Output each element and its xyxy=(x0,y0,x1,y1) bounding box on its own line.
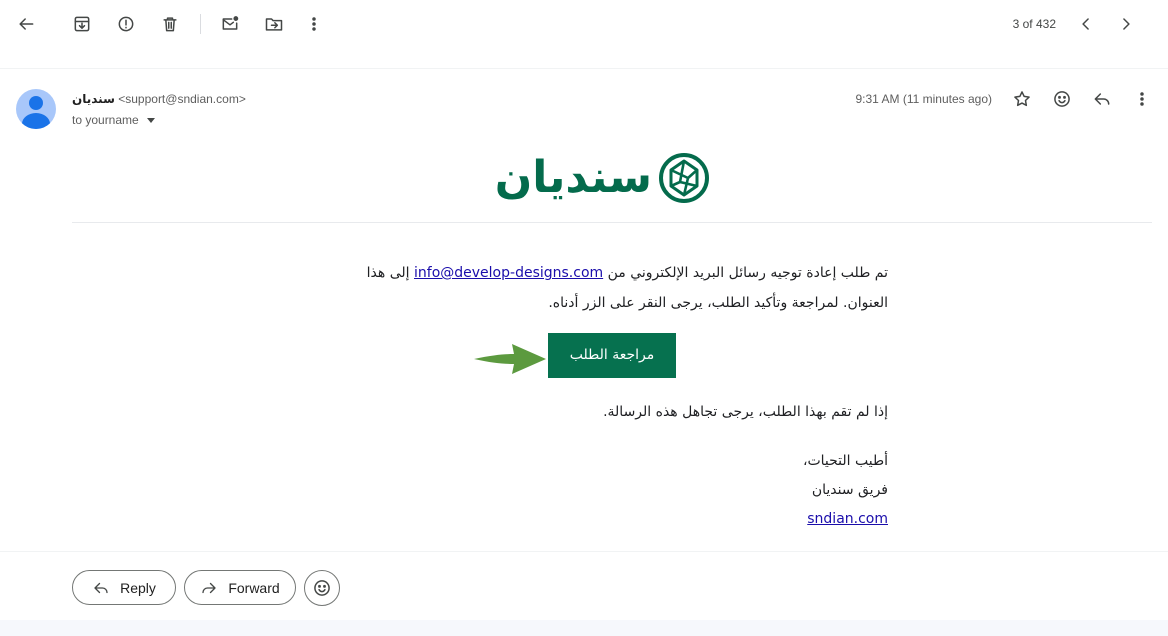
emoji-icon xyxy=(1054,91,1070,107)
move-to-button[interactable] xyxy=(258,8,290,40)
forward-icon xyxy=(202,582,216,593)
message-time: 9:31 AM (11 minutes ago) xyxy=(855,92,992,106)
archive-button[interactable] xyxy=(66,8,98,40)
forward-label: Forward xyxy=(228,579,280,596)
emoji-icon xyxy=(314,580,330,596)
recipient-label: to yourname xyxy=(72,113,139,127)
email-body: تم طلب إعادة توجيه رسائل البريد الإلكترو… xyxy=(340,258,888,527)
reply-icon xyxy=(1094,93,1110,105)
chevron-left-icon xyxy=(1082,18,1089,30)
sender-avatar[interactable] xyxy=(16,89,56,129)
reply-icon xyxy=(94,582,108,593)
chevron-right-icon xyxy=(1123,18,1130,30)
more-options-button[interactable] xyxy=(298,8,330,40)
cta-container: مراجعة الطلب xyxy=(548,333,676,378)
move-to-folder-icon xyxy=(265,18,283,31)
back-arrow-icon xyxy=(19,18,34,30)
green-arrow-icon xyxy=(474,344,546,374)
trash-icon xyxy=(163,17,177,32)
reply-button[interactable]: Reply xyxy=(72,570,176,605)
sender-line: سنديان <support@sndian.com> xyxy=(72,92,246,106)
newer-button[interactable] xyxy=(1070,8,1102,40)
star-button[interactable] xyxy=(1012,89,1032,109)
delete-button[interactable] xyxy=(154,8,186,40)
source-email-link[interactable]: info@develop-designs.com xyxy=(414,265,603,281)
sender-email: <support@sndian.com> xyxy=(118,92,246,106)
reply-quick-button[interactable] xyxy=(1092,89,1112,109)
ignore-notice: إذا لم تقم بهذا الطلب، يرجى تجاهل هذه ال… xyxy=(603,404,888,420)
pager-count: 3 of 432 xyxy=(1012,17,1056,31)
avatar-head xyxy=(29,96,43,110)
signature: أطيب التحيات، فريق سنديان sndian.com xyxy=(803,447,888,534)
more-vert-icon xyxy=(312,17,316,31)
forwarding-paragraph: تم طلب إعادة توجيه رسائل البريد الإلكترو… xyxy=(340,258,888,318)
para1-prefix: تم طلب إعادة توجيه رسائل البريد الإلكترو… xyxy=(607,265,888,281)
footer-divider xyxy=(0,551,1168,552)
recipient-details-toggle[interactable]: to yourname xyxy=(72,113,155,127)
mark-unread-icon xyxy=(222,16,239,30)
forward-button[interactable]: Forward xyxy=(184,570,296,605)
header-divider xyxy=(0,68,1168,69)
older-button[interactable] xyxy=(1110,8,1142,40)
brand-logo: سنديان xyxy=(494,148,712,208)
signature-greeting: أطيب التحيات، xyxy=(802,453,888,469)
back-button[interactable] xyxy=(10,8,42,40)
add-reaction-button[interactable] xyxy=(1052,89,1072,109)
brand-logo-text: سنديان xyxy=(494,153,652,202)
report-spam-icon xyxy=(118,16,134,32)
mark-unread-button[interactable] xyxy=(214,8,246,40)
signature-website-link[interactable]: sndian.com xyxy=(807,511,888,527)
report-spam-button[interactable] xyxy=(110,8,142,40)
caret-down-icon xyxy=(146,117,155,123)
emoji-reaction-button[interactable] xyxy=(304,570,340,606)
message-toolbar: 3 of 432 xyxy=(0,0,1168,48)
more-vert-icon xyxy=(1140,92,1144,106)
logo-divider xyxy=(72,222,1152,223)
message-more-button[interactable] xyxy=(1132,89,1152,109)
toolbar-separator xyxy=(200,14,201,34)
signature-team: فريق سنديان xyxy=(811,482,888,498)
sender-name[interactable]: سنديان xyxy=(72,92,115,106)
review-request-button[interactable]: مراجعة الطلب xyxy=(548,333,676,378)
brand-logo-mark-icon xyxy=(659,153,709,203)
reply-label: Reply xyxy=(120,579,156,596)
bottom-background xyxy=(0,620,1168,636)
avatar-body xyxy=(22,113,50,129)
archive-icon xyxy=(74,16,90,32)
star-icon xyxy=(1014,91,1030,107)
